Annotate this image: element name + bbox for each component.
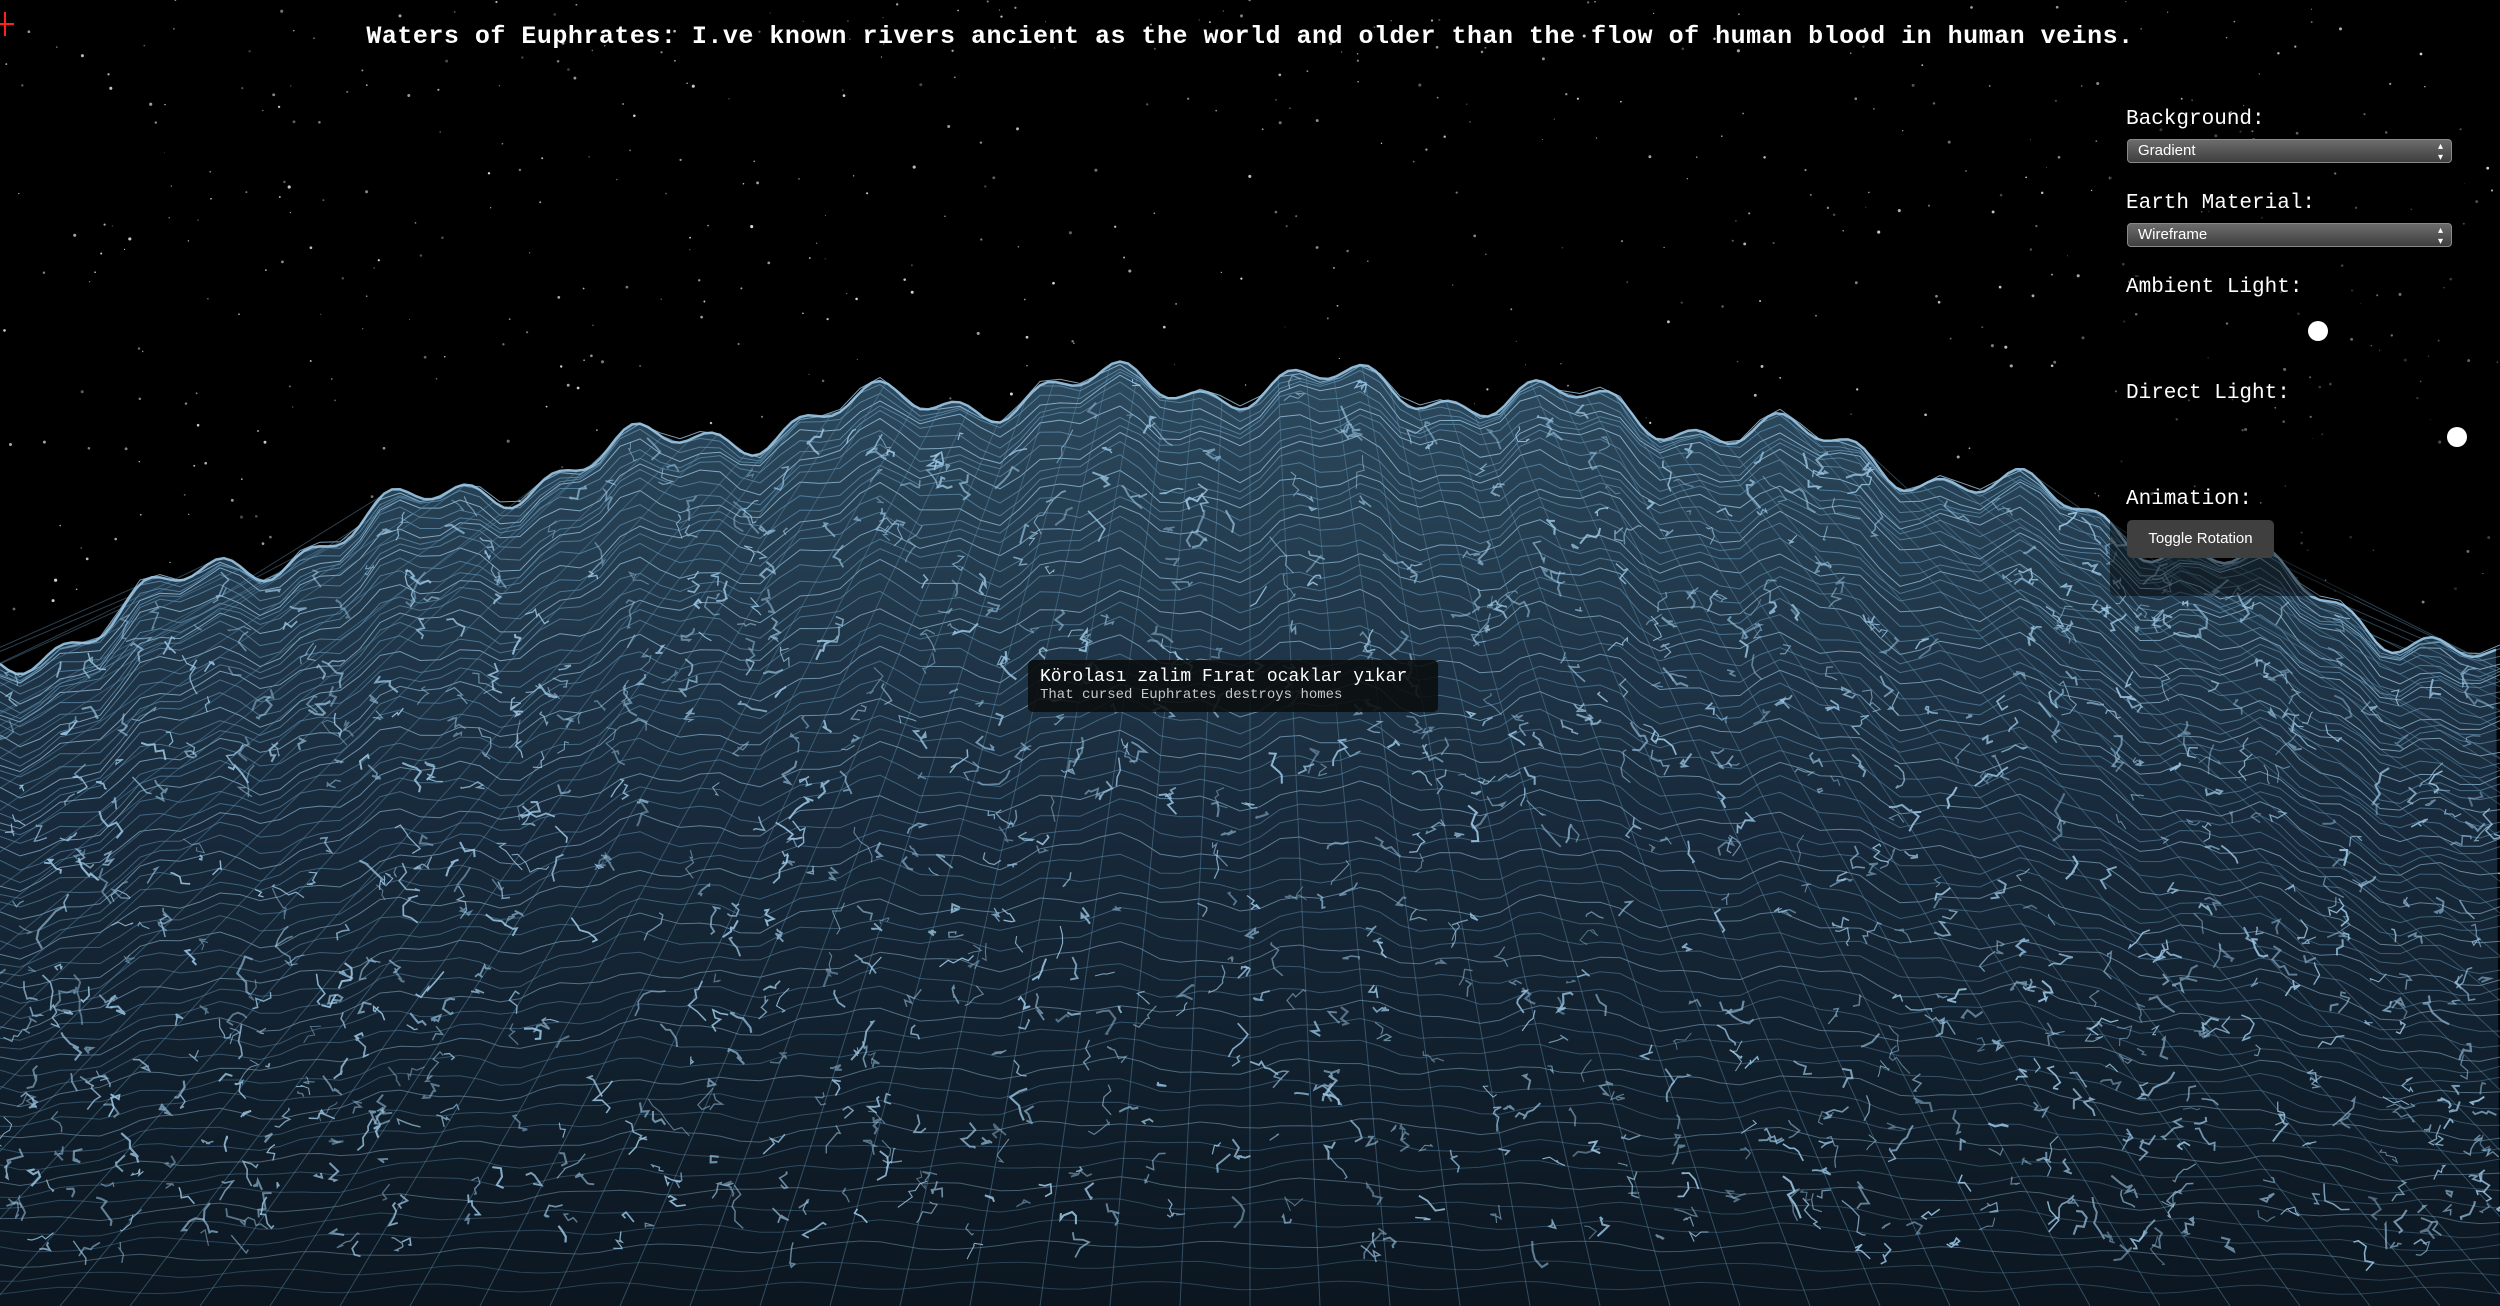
chevron-updown-icon: ▴ ▾: [2437, 141, 2443, 163]
direct-light-slider-thumb[interactable]: [2447, 427, 2467, 447]
background-label: Background:: [2126, 108, 2265, 131]
earth-material-label: Earth Material:: [2126, 192, 2316, 215]
background-select-value: Gradient: [2138, 142, 2196, 159]
tooltip-subtitle: That cursed Euphrates destroys homes: [1040, 687, 1343, 703]
toggle-rotation-button[interactable]: Toggle Rotation: [2127, 520, 2274, 558]
location-tooltip: Körolası zalim Fırat ocaklar yıkar That …: [1028, 660, 1438, 712]
direct-light-label: Direct Light:: [2126, 382, 2290, 405]
earth-material-select-value: Wireframe: [2138, 226, 2208, 243]
direct-light-slider[interactable]: [2127, 427, 2467, 447]
ambient-light-slider[interactable]: [2127, 321, 2457, 341]
earth-material-select[interactable]: Wireframe ▴ ▾: [2127, 223, 2452, 247]
tooltip-title: Körolası zalim Fırat ocaklar yıkar: [1040, 667, 1408, 687]
ambient-light-label: Ambient Light:: [2126, 276, 2303, 299]
page-title: Waters of Euphrates: I.ve known rivers a…: [366, 22, 2134, 51]
chevron-updown-icon: ▴ ▾: [2437, 225, 2443, 247]
ambient-light-slider-thumb[interactable]: [2308, 321, 2329, 341]
animation-label: Animation:: [2126, 488, 2253, 511]
background-select[interactable]: Gradient ▴ ▾: [2127, 139, 2452, 163]
